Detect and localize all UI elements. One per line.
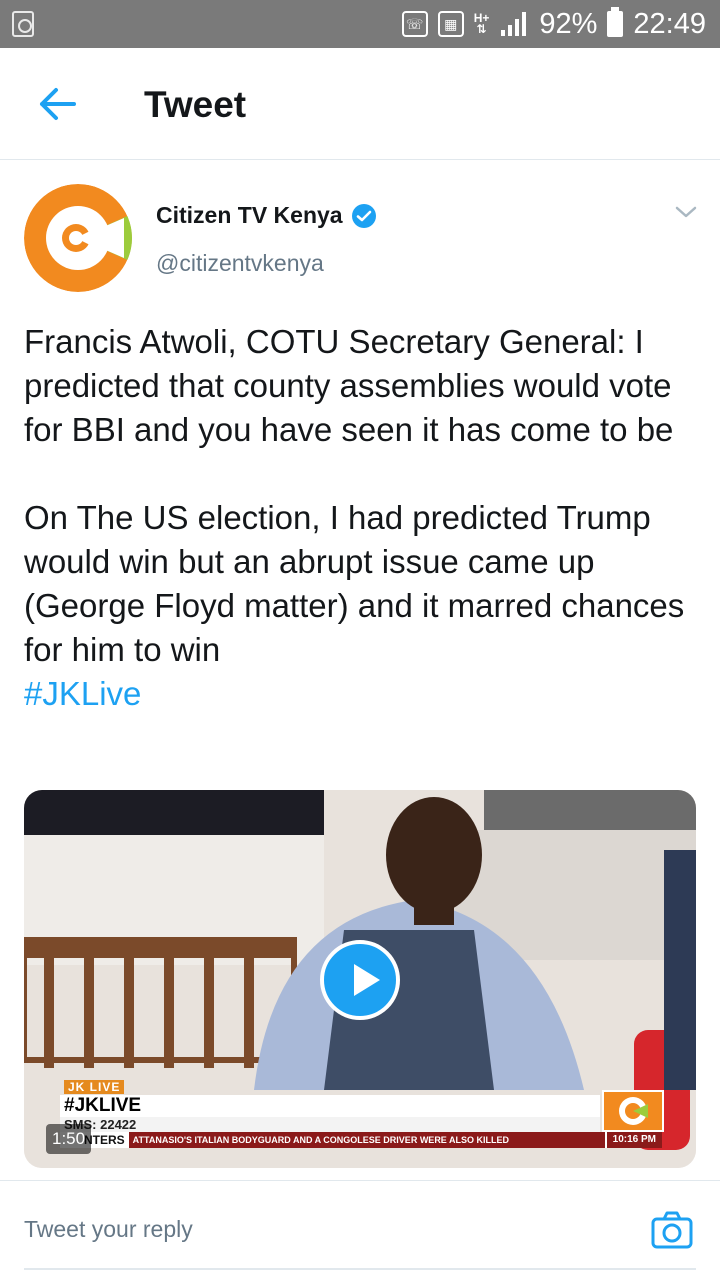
author-name[interactable]: Citizen TV Kenya xyxy=(156,202,343,229)
video-thumbnail[interactable]: JK LIVE #JKLIVE SMS: 22422 NTERS ATTANAS… xyxy=(24,790,696,1168)
ticker-news: ATTANASIO'S ITALIAN BODYGUARD AND A CONG… xyxy=(128,1132,605,1148)
sim-signal-icon: ▦ xyxy=(437,11,464,37)
verified-badge-icon xyxy=(351,203,376,228)
tweet-paragraph-2: On The US election, I had predicted Trum… xyxy=(24,499,685,668)
signal-strength-icon xyxy=(499,12,529,36)
hashtag-link[interactable]: #JKLive xyxy=(24,672,704,716)
status-bar-right: ☏ ▦ H+ ⇅ 92% 22:49 xyxy=(401,0,706,48)
network-type-indicator: H+ ⇅ xyxy=(473,11,490,36)
tweet-text: Francis Atwoli, COTU Secretary General: … xyxy=(24,320,704,716)
reply-underline xyxy=(24,1268,696,1270)
camera-icon[interactable] xyxy=(650,1210,694,1250)
app-header: Tweet xyxy=(0,48,720,160)
news-ticker: NTERS ATTANASIO'S ITALIAN BODYGUARD AND … xyxy=(60,1132,662,1148)
notification-icon xyxy=(12,11,34,37)
battery-icon xyxy=(607,7,624,37)
video-duration: 1:50 xyxy=(46,1124,92,1154)
status-bar: ☏ ▦ H+ ⇅ 92% 22:49 xyxy=(0,0,720,48)
page-title: Tweet xyxy=(144,84,247,125)
overlay-title: #JKLIVE xyxy=(60,1095,600,1117)
reply-input[interactable]: Tweet your reply xyxy=(24,1216,193,1243)
clock: 22:49 xyxy=(633,7,706,40)
tweet-paragraph-1: Francis Atwoli, COTU Secretary General: … xyxy=(24,323,674,448)
battery-percent: 92% xyxy=(539,7,598,40)
overlay-tag: JK LIVE xyxy=(64,1080,125,1094)
channel-logo xyxy=(602,1090,664,1132)
overlay-sms: SMS: 22422 xyxy=(60,1117,600,1132)
arrow-left-icon[interactable] xyxy=(34,84,78,124)
reply-divider xyxy=(0,1180,720,1181)
chevron-down-icon[interactable] xyxy=(674,204,698,220)
play-button[interactable] xyxy=(320,940,400,1020)
author-handle[interactable]: @citizentvkenya xyxy=(156,250,324,277)
phone-icon: ☏ xyxy=(401,11,428,37)
avatar[interactable] xyxy=(24,184,132,292)
author-name-row[interactable]: Citizen TV Kenya xyxy=(156,202,377,229)
ticker-time: 10:16 PM xyxy=(604,1132,662,1148)
